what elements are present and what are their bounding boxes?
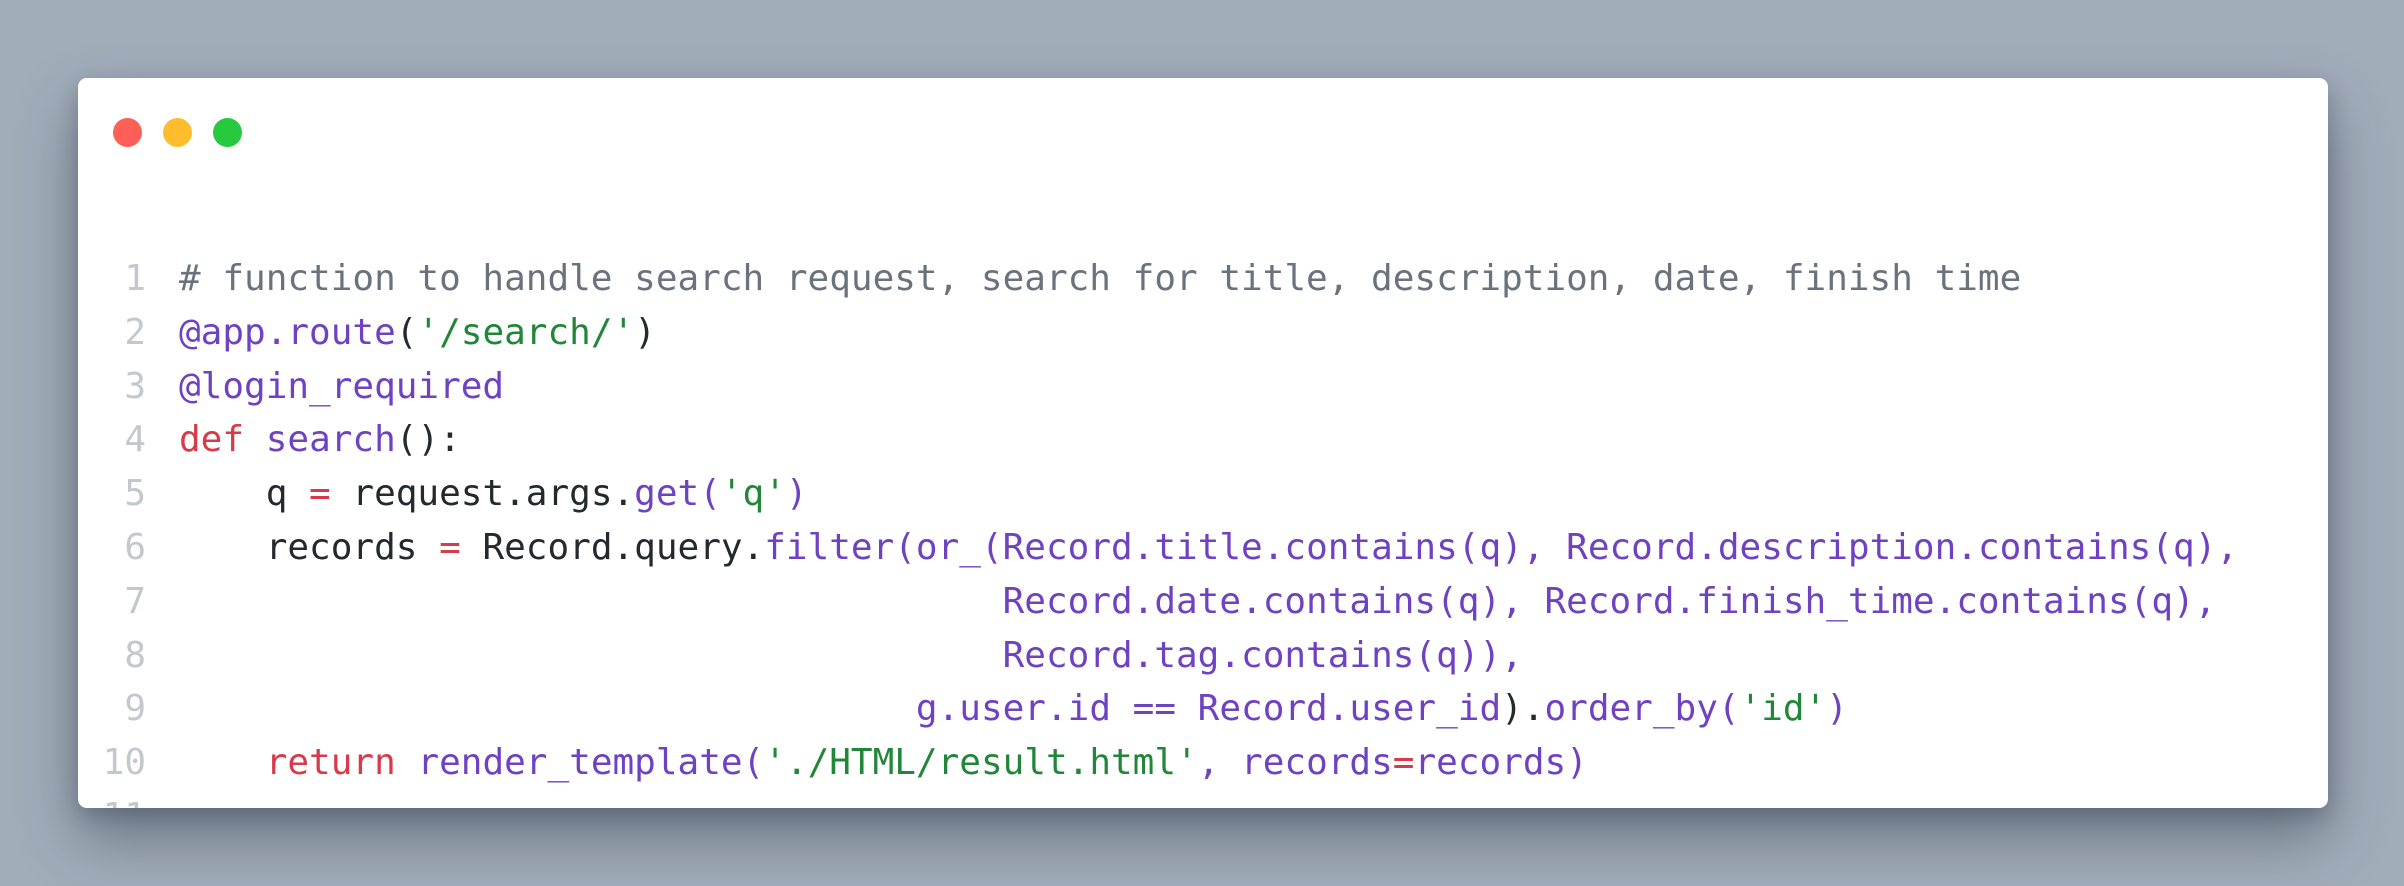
- code-token-plain: q: [179, 473, 310, 515]
- line-source: records = Record.query.filter(or_(Record…: [179, 521, 2238, 575]
- code-token-fn: filter(or_(Record.title.contains(q), Rec…: [764, 526, 2239, 568]
- code-line: 11: [78, 790, 2328, 808]
- line-source: @login_required: [179, 360, 504, 414]
- code-token-fn: g.user.id == Record.user_id: [915, 688, 1502, 730]
- code-token-fn: ): [1826, 688, 1848, 730]
- code-token-kw: return: [265, 742, 396, 784]
- line-number: 1: [124, 258, 146, 299]
- code-token-fn: render_template(: [417, 742, 765, 784]
- line-source: return render_template('./HTML/result.ht…: [179, 736, 1588, 790]
- code-token-fn: search: [265, 419, 396, 461]
- line-source: @app.route('/search/'): [179, 306, 656, 360]
- code-token-str: '/search/': [417, 311, 635, 353]
- code-token-fn: get(: [634, 473, 721, 515]
- code-window: 1 # function to handle search request, se…: [78, 78, 2328, 808]
- code-token-plain: request.args.: [330, 473, 635, 515]
- code-line: 8 Record.tag.contains(q)),: [78, 629, 2328, 683]
- code-token-plain: ): [634, 311, 656, 353]
- code-line: 3 @login_required: [78, 360, 2328, 414]
- code-token-fn: order_by(: [1544, 688, 1740, 730]
- line-source: def search():: [179, 413, 461, 467]
- code-token-plain: records: [179, 526, 440, 568]
- line-source: Record.date.contains(q), Record.finish_t…: [179, 575, 2217, 629]
- line-number: 3: [124, 365, 146, 407]
- code-token-str: 'q': [720, 473, 786, 515]
- code-token-fn: records): [1414, 742, 1588, 784]
- code-token-plain: ():: [395, 419, 461, 461]
- code-token-kw: def: [179, 419, 245, 461]
- line-number: 5: [124, 473, 146, 515]
- line-number: 9: [124, 688, 146, 730]
- code-token-fn: Record.tag.contains(q)),: [1002, 634, 1523, 676]
- code-token-fn: @login_required: [179, 365, 505, 407]
- line-number: 2: [124, 311, 146, 353]
- line-source: q = request.args.get('q'): [179, 467, 808, 521]
- code-token-plain: (: [395, 311, 418, 353]
- code-token-fn: Record.date.contains(q), Record.finish_t…: [1002, 580, 2217, 622]
- line-number: 6: [124, 526, 146, 568]
- code-token-fn: ): [785, 473, 808, 515]
- line-source: # function to handle search request, sea…: [179, 252, 2021, 306]
- code-token-str: 'id': [1739, 688, 1827, 730]
- code-line: 7 Record.date.contains(q), Record.finish…: [78, 575, 2328, 629]
- code-token-str: './HTML/result.html': [764, 742, 1198, 784]
- code-line: 1 # function to handle search request, se…: [78, 252, 2328, 306]
- code-block: 1 # function to handle search request, se…: [78, 252, 2328, 808]
- code-line: 5 q = request.args.get('q'): [78, 467, 2328, 521]
- code-token-plain: Record.query.: [460, 526, 765, 568]
- code-token-plain: ).: [1501, 688, 1545, 730]
- code-token-fn: @app.route: [179, 311, 396, 353]
- line-number: 7: [124, 580, 146, 622]
- code-line: 6 records = Record.query.filter(or_(Reco…: [78, 521, 2328, 575]
- code-line: 4 def search():: [78, 413, 2328, 467]
- code-token-op: =: [1392, 742, 1415, 784]
- line-source: g.user.id == Record.user_id).order_by('i…: [179, 682, 1848, 736]
- minimize-window-button[interactable]: [163, 118, 192, 147]
- code-line: 10 return render_template('./HTML/result…: [78, 736, 2328, 790]
- window-titlebar: [78, 78, 2328, 178]
- code-token-op: =: [439, 526, 461, 568]
- code-line: 2 @app.route('/search/'): [78, 306, 2328, 360]
- line-number: 10: [102, 742, 146, 784]
- close-window-button[interactable]: [113, 118, 142, 147]
- code-token-fn: , records: [1197, 742, 1393, 784]
- code-token-comment: # function to handle search request, sea…: [179, 258, 2022, 299]
- line-number: 4: [124, 419, 146, 461]
- line-source: Record.tag.contains(q)),: [179, 629, 1523, 683]
- code-token-op: =: [309, 473, 331, 515]
- line-number: 8: [124, 634, 146, 676]
- code-line: 9 g.user.id == Record.user_id).order_by(…: [78, 682, 2328, 736]
- zoom-window-button[interactable]: [213, 118, 242, 147]
- line-number: 11: [78, 790, 146, 808]
